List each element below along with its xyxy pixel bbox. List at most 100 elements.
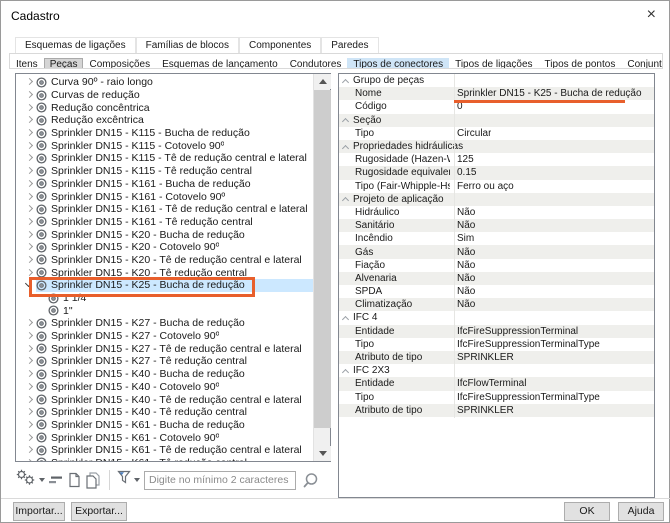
tree-scrollbar[interactable] [313, 74, 330, 461]
property-group-row[interactable]: Seção [339, 114, 654, 127]
collapse-icon[interactable] [342, 77, 350, 85]
scrollbar-thumb[interactable] [314, 90, 331, 428]
chevron-right-icon[interactable] [24, 242, 36, 252]
tab-tipos-de-pontos[interactable]: Tipos de pontos [539, 58, 622, 69]
property-row[interactable]: EntidadeIfcFlowTerminal [339, 377, 654, 390]
tree-item[interactable]: Sprinkler DN15 - K27 - Tê de redução cen… [16, 342, 313, 355]
tab-pecas[interactable]: Peças [44, 58, 84, 69]
tree-item[interactable]: Sprinkler DN15 - K20 - Cotovelo 90º [16, 241, 313, 254]
tab-composicoes[interactable]: Composições [83, 58, 156, 69]
filter-button[interactable] [117, 470, 140, 490]
collapse-icon[interactable] [342, 314, 350, 322]
chevron-right-icon[interactable] [24, 395, 36, 405]
chevron-right-icon[interactable] [24, 331, 36, 341]
tree-item[interactable]: Sprinkler DN15 - K20 - Tê de redução cen… [16, 254, 313, 267]
tab-tipos-de-conectores[interactable]: Tipos de conectores [347, 58, 449, 69]
chevron-right-icon[interactable] [24, 382, 36, 392]
tree-item[interactable]: Sprinkler DN15 - K115 - Cotovelo 90º [16, 139, 313, 152]
remove-part-button[interactable] [49, 475, 63, 485]
chevron-right-icon[interactable] [24, 230, 36, 240]
property-row[interactable]: Atributo de tipoSPRINKLER [339, 351, 654, 364]
tree-item[interactable]: Sprinkler DN15 - K61 - Tê redução centra… [16, 457, 313, 461]
tree-item[interactable]: 1" [16, 304, 313, 317]
property-row[interactable]: SPDANão [339, 285, 654, 298]
property-row[interactable]: Código0 [339, 100, 654, 113]
chevron-right-icon[interactable] [24, 204, 36, 214]
chevron-right-icon[interactable] [24, 77, 36, 87]
chevron-right-icon[interactable] [24, 268, 36, 278]
tree-item[interactable]: Sprinkler DN15 - K61 - Bucha de redução [16, 419, 313, 432]
chevron-right-icon[interactable] [24, 458, 36, 461]
property-row[interactable]: TipoIfcFireSuppressionTerminalType [339, 338, 654, 351]
chevron-right-icon[interactable] [24, 356, 36, 366]
tree-item[interactable]: Curva 90º - raio longo [16, 76, 313, 89]
add-part-button[interactable] [15, 469, 45, 491]
tree-item[interactable]: Sprinkler DN15 - K20 - Tê redução centra… [16, 266, 313, 279]
tree-item[interactable]: Sprinkler DN15 - K27 - Cotovelo 90º [16, 330, 313, 343]
chevron-right-icon[interactable] [24, 217, 36, 227]
property-group-row[interactable]: IFC 4 [339, 311, 654, 324]
property-row[interactable]: Tipo (Fair-Whipple-Hsiao)Ferro ou aço [339, 180, 654, 193]
property-row[interactable]: TipoIfcFireSuppressionTerminalType [339, 391, 654, 404]
tree-item[interactable]: Sprinkler DN15 - K27 - Bucha de redução [16, 317, 313, 330]
tree-item[interactable]: Sprinkler DN15 - K115 - Tê de redução ce… [16, 152, 313, 165]
search-icon[interactable] [302, 472, 319, 489]
chevron-down-icon[interactable] [24, 280, 36, 290]
property-row[interactable]: SanitárioNão [339, 219, 654, 232]
tree-item[interactable]: Curvas de redução [16, 89, 313, 102]
tree-item[interactable]: Sprinkler DN15 - K61 - Tê de redução cen… [16, 444, 313, 457]
collapse-icon[interactable] [342, 116, 350, 124]
chevron-right-icon[interactable] [24, 255, 36, 265]
chevron-right-icon[interactable] [24, 166, 36, 176]
tree-item[interactable]: Sprinkler DN15 - K40 - Tê redução centra… [16, 406, 313, 419]
chevron-right-icon[interactable] [24, 153, 36, 163]
close-icon[interactable]: × [647, 6, 656, 24]
tree-item[interactable]: Sprinkler DN15 - K40 - Cotovelo 90º [16, 381, 313, 394]
property-row[interactable]: Rugosidade equivalente (F...0.15 [339, 166, 654, 179]
property-row[interactable]: TipoCircular [339, 127, 654, 140]
chevron-right-icon[interactable] [24, 344, 36, 354]
tree-item[interactable]: Sprinkler DN15 - K161 - Bucha de redução [16, 178, 313, 191]
scroll-up-icon[interactable] [314, 74, 331, 89]
paste-icon[interactable] [85, 472, 102, 489]
chevron-right-icon[interactable] [24, 192, 36, 202]
chevron-right-icon[interactable] [24, 369, 36, 379]
property-row[interactable]: GásNão [339, 245, 654, 258]
tree-item[interactable]: Sprinkler DN15 - K25 - Bucha de redução [16, 279, 313, 292]
property-group-row[interactable]: Propriedades hidráulicas [339, 140, 654, 153]
ok-button[interactable]: OK [564, 502, 610, 521]
chevron-right-icon[interactable] [24, 318, 36, 328]
property-row[interactable]: AlvenariaNão [339, 272, 654, 285]
property-row[interactable]: Rugosidade (Hazen-Willia...125 [339, 153, 654, 166]
copy-icon[interactable] [67, 472, 81, 488]
tree-item[interactable]: Redução excêntrica [16, 114, 313, 127]
collapse-icon[interactable] [342, 367, 350, 375]
tab-itens[interactable]: Itens [10, 58, 44, 69]
chevron-right-icon[interactable] [24, 128, 36, 138]
tab-familias-de-blocos[interactable]: Famílias de blocos [136, 37, 239, 53]
property-group-row[interactable]: Grupo de peças [339, 74, 654, 87]
ajuda-button[interactable]: Ajuda [618, 502, 664, 521]
tab-tipos-de-ligacoes[interactable]: Tipos de ligações [449, 58, 538, 69]
tab-paredes[interactable]: Paredes [321, 37, 378, 53]
chevron-right-icon[interactable] [24, 90, 36, 100]
collapse-icon[interactable] [342, 143, 350, 151]
exportar-button[interactable]: Exportar... [71, 502, 127, 521]
tree-item[interactable]: Sprinkler DN15 - K161 - Tê de redução ce… [16, 203, 313, 216]
search-input[interactable] [144, 471, 296, 490]
property-row[interactable]: FiaçãoNão [339, 259, 654, 272]
property-row[interactable]: IncêndioSim [339, 232, 654, 245]
collapse-icon[interactable] [342, 195, 350, 203]
property-group-row[interactable]: IFC 2X3 [339, 364, 654, 377]
tree-item[interactable]: Sprinkler DN15 - K61 - Cotovelo 90º [16, 431, 313, 444]
tree-item[interactable]: 1 1/4" [16, 292, 313, 305]
importar-button[interactable]: Importar... [13, 502, 65, 521]
property-row[interactable]: NomeSprinkler DN15 - K25 - Bucha de redu… [339, 87, 654, 100]
tree-item[interactable]: Sprinkler DN15 - K40 - Tê de redução cen… [16, 393, 313, 406]
chevron-right-icon[interactable] [24, 407, 36, 417]
tree-item[interactable]: Sprinkler DN15 - K115 - Bucha de redução [16, 127, 313, 140]
tab-esquemas-de-lancamento[interactable]: Esquemas de lançamento [156, 58, 284, 69]
chevron-right-icon[interactable] [24, 433, 36, 443]
chevron-right-icon[interactable] [24, 103, 36, 113]
property-row[interactable]: EntidadeIfcFireSuppressionTerminal [339, 325, 654, 338]
